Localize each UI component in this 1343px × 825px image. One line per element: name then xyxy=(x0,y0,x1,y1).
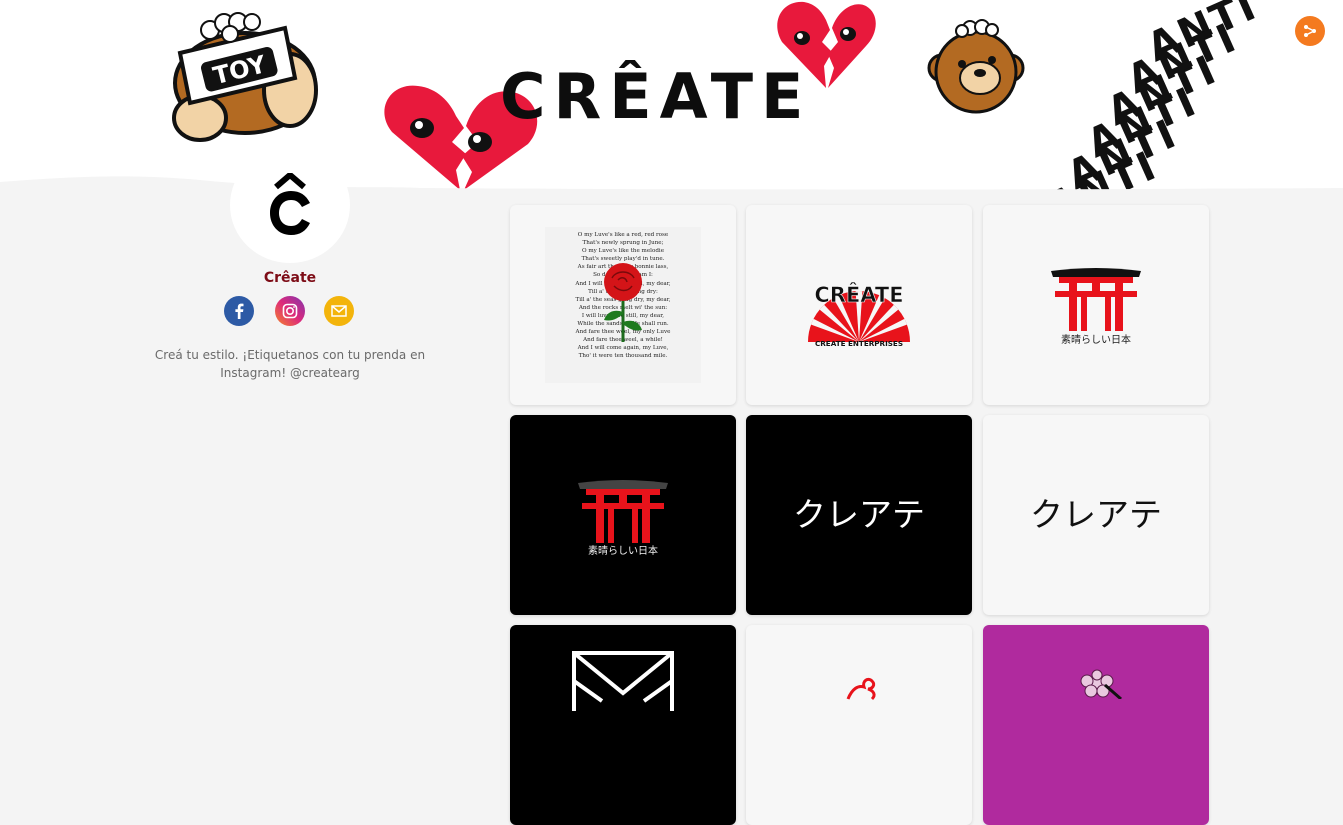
dragon-graphic xyxy=(846,677,876,701)
product-tile-envelope-dark[interactable] xyxy=(510,625,736,825)
rose-illustration xyxy=(604,263,642,342)
email-link[interactable] xyxy=(324,296,354,326)
create-enterprises-logo: CRÊATE CREATE ENTERPRISES xyxy=(808,282,910,348)
poem-line: That's newly sprung in June; xyxy=(582,240,664,247)
logo-top-text: CRÊATE xyxy=(814,282,903,307)
facebook-icon xyxy=(235,303,244,319)
product-tile-torii-dark[interactable]: 素晴らしい日本 xyxy=(510,415,736,615)
product-tile-kana-dark[interactable]: クレアテ xyxy=(746,415,972,615)
logo-bottom-text: CREATE ENTERPRISES xyxy=(815,339,903,348)
poem-line: O my Luve's like a red, red rose xyxy=(577,232,669,238)
torii-gate-illustration xyxy=(578,480,668,543)
product-tile-purple[interactable] xyxy=(983,625,1209,825)
poem-line: And I will come again, my Luve, xyxy=(577,345,669,352)
avatar[interactable] xyxy=(230,147,350,263)
envelope-graphic xyxy=(572,651,674,711)
brand-logo-icon xyxy=(270,173,310,235)
kana-text: クレアテ xyxy=(793,495,925,534)
flower-graphic xyxy=(1080,669,1122,699)
poem-line: Tho' it were ten thousand mile. xyxy=(578,353,668,360)
product-tile-dragon[interactable] xyxy=(746,625,972,825)
product-tile-kana-light[interactable]: クレアテ xyxy=(983,415,1209,615)
brand-wordmark: CRÊATE xyxy=(500,60,812,133)
product-tile-torii-light[interactable]: 素晴らしい日本 xyxy=(983,205,1209,405)
cover-banner: TOY CRÊATE ANTI ANTI ANTI ANTI ANTI ANTI xyxy=(0,0,1343,190)
instagram-link[interactable] xyxy=(275,296,305,326)
toy-bear-illustration: TOY xyxy=(172,12,318,142)
share-icon xyxy=(1304,25,1316,37)
facebook-link[interactable] xyxy=(224,296,254,326)
email-icon xyxy=(331,305,347,317)
broken-heart-right-illustration xyxy=(777,1,876,88)
kana-text: クレアテ xyxy=(1030,495,1162,534)
profile-bio: Creá tu estilo. ¡Etiquetanos con tu pren… xyxy=(154,348,426,380)
share-button[interactable] xyxy=(1295,16,1325,46)
profile-name[interactable]: Crêate xyxy=(190,270,390,286)
instagram-icon xyxy=(282,303,298,319)
anti-text-stack: ANTI ANTI ANTI ANTI ANTI ANTI xyxy=(1015,0,1275,190)
social-links xyxy=(224,296,356,328)
product-tile-poem-rose[interactable]: O my Luve's like a red, red rose That's … xyxy=(510,205,736,405)
bear-head-illustration xyxy=(927,19,1025,114)
product-tile-create-enterprises[interactable]: CRÊATE CREATE ENTERPRISES xyxy=(746,205,972,405)
torii-caption: 素晴らしい日本 xyxy=(1061,335,1131,346)
banner-wave-edge xyxy=(0,176,1343,190)
torii-caption: 素晴らしい日本 xyxy=(588,546,658,557)
torii-gate-illustration xyxy=(1051,268,1141,331)
poem-line: O my Luve's like the melodie xyxy=(581,248,665,255)
